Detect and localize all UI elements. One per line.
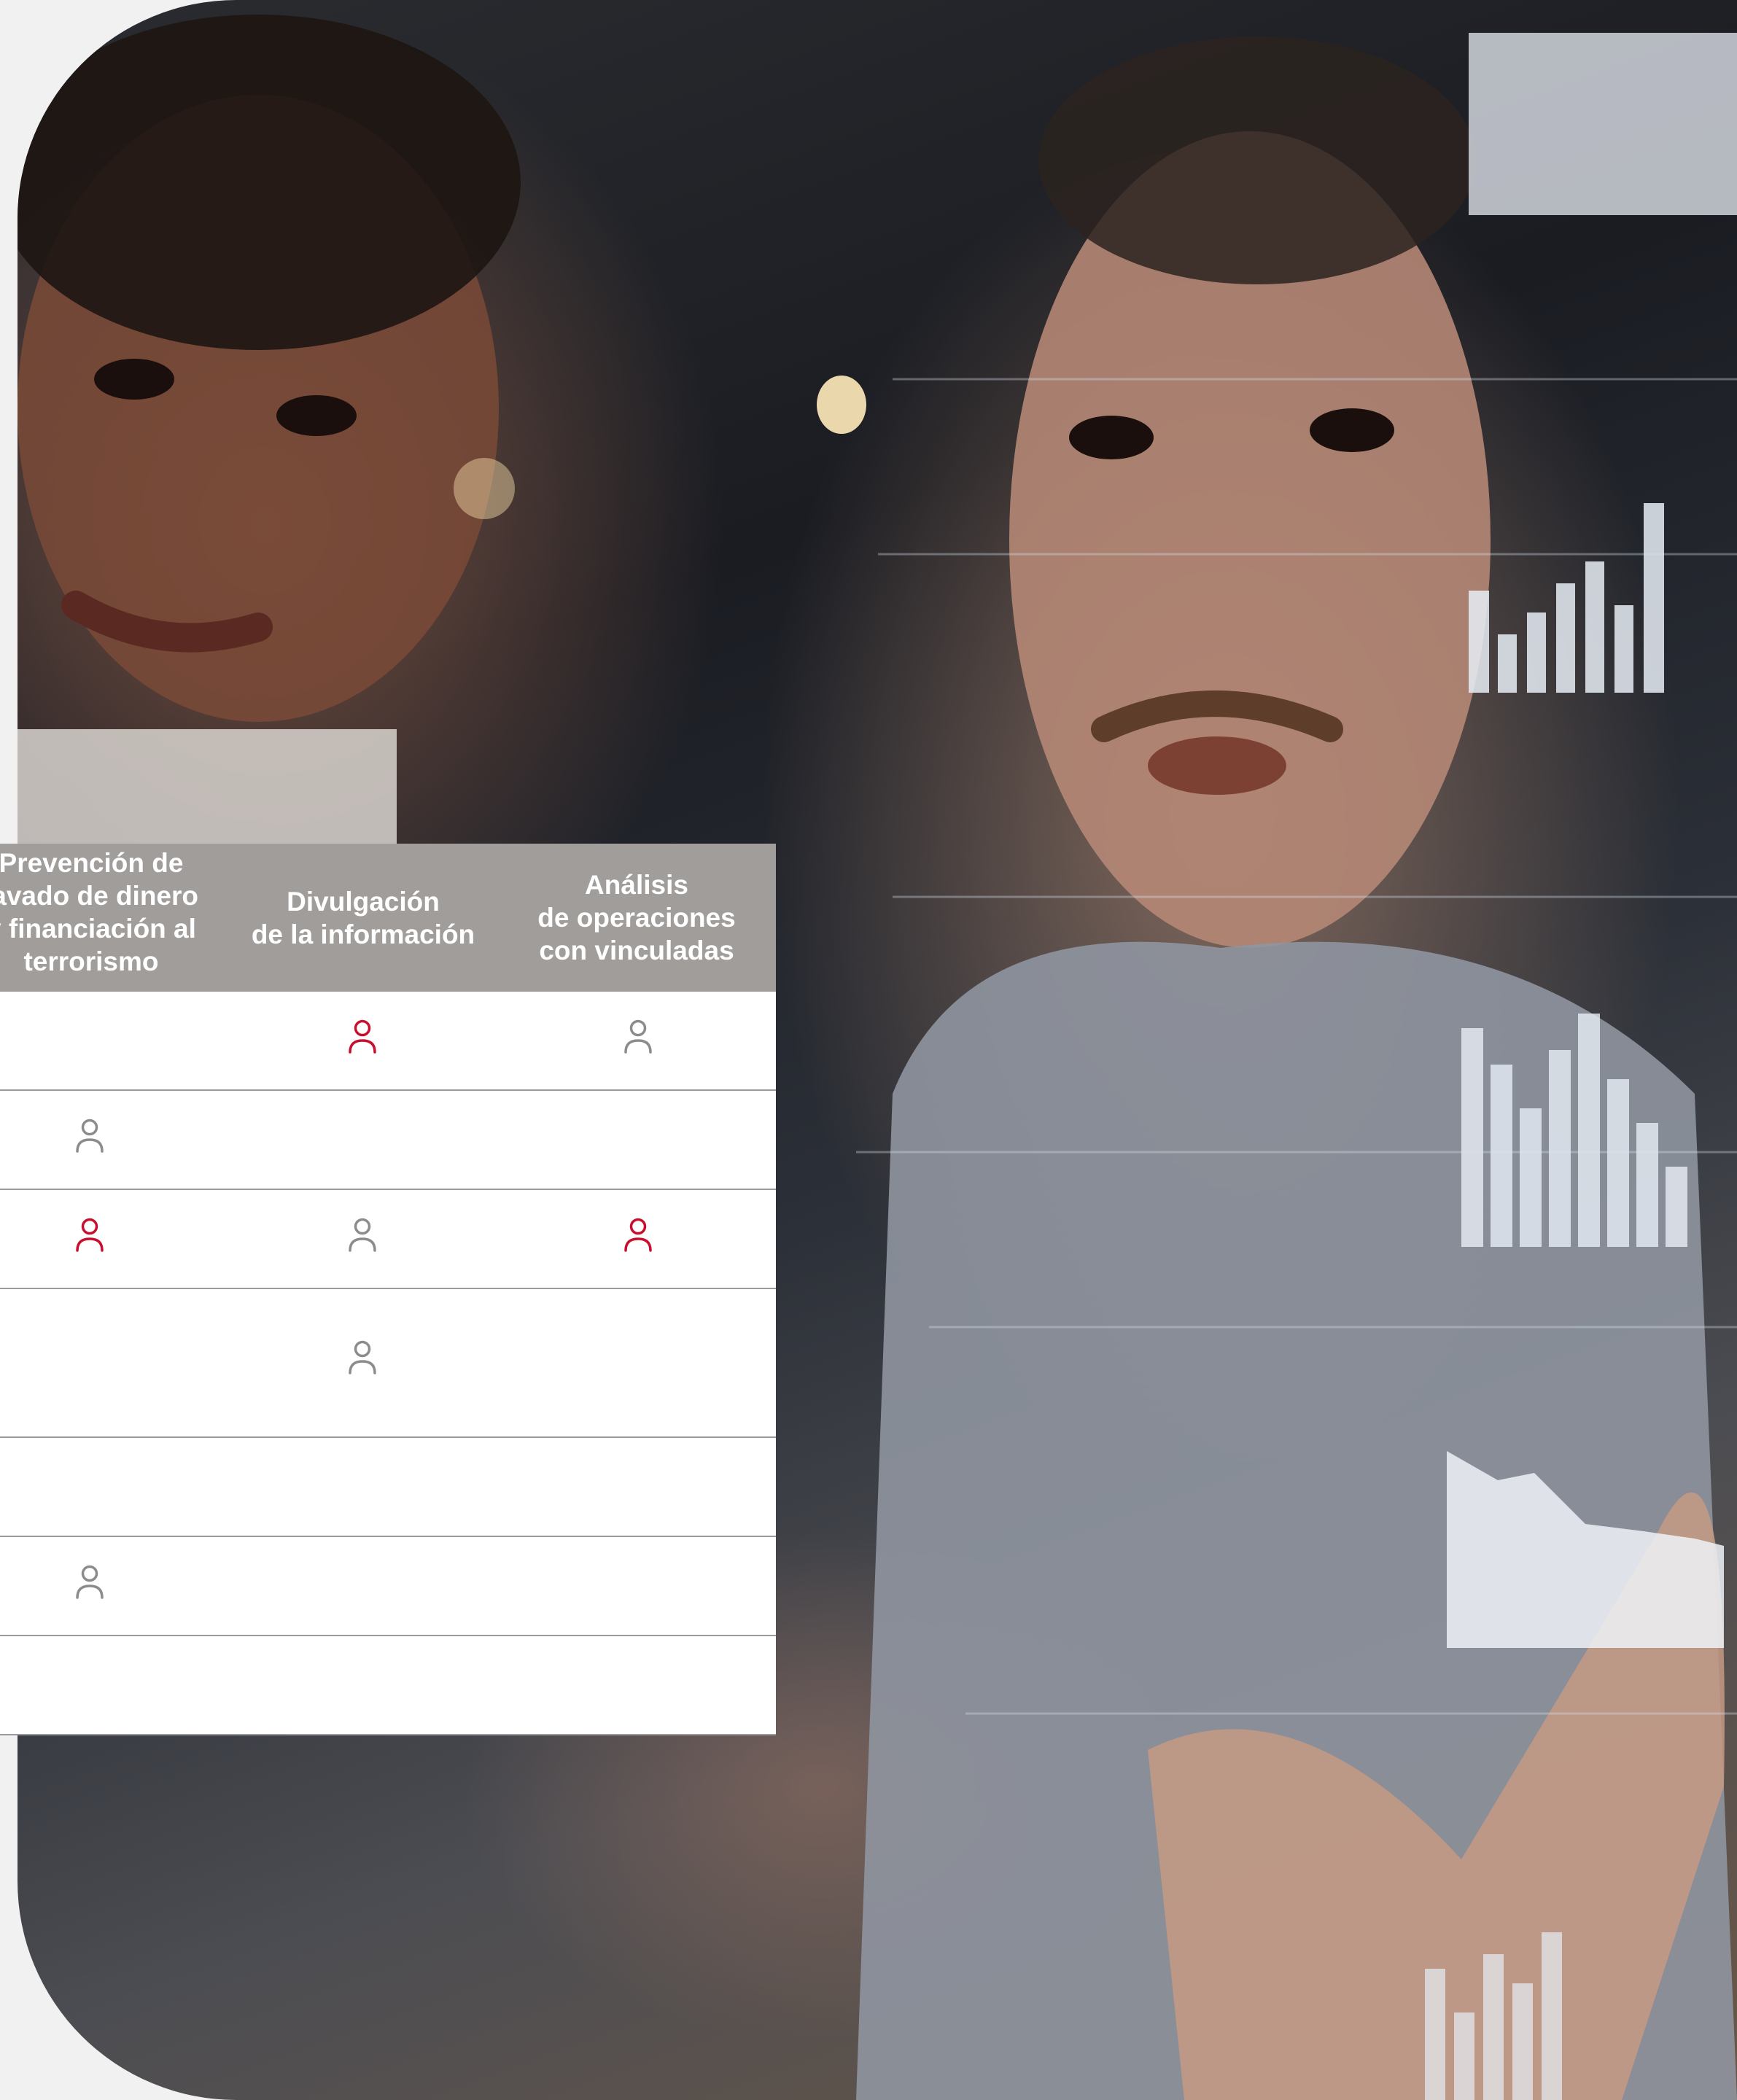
table-row [0, 1289, 776, 1438]
person-icon [349, 1218, 376, 1252]
table-row [0, 1190, 776, 1289]
person-icon [349, 1019, 376, 1054]
person-icon [76, 1218, 104, 1252]
column-header-related-operations: Análisis de operaciones con vinculadas [537, 870, 736, 965]
table-row [0, 1636, 776, 1735]
person-icon [624, 1218, 652, 1252]
column-header-disclosure: Divulgación de la información [251, 886, 475, 949]
table-row [0, 992, 776, 1091]
person-icon [76, 1119, 104, 1153]
person-icon [76, 1565, 104, 1599]
table-row [0, 1537, 776, 1636]
table-row [0, 1438, 776, 1537]
page: Prevención de lavado de dinero y financi… [0, 0, 1737, 2100]
person-icon [624, 1019, 652, 1054]
column-header-aml: Prevención de lavado de dinero y financi… [0, 847, 198, 976]
responsibility-table: Prevención de lavado de dinero y financi… [0, 844, 776, 1735]
table-header: Prevención de lavado de dinero y financi… [0, 844, 776, 992]
person-icon [349, 1340, 376, 1374]
table-row [0, 1091, 776, 1190]
